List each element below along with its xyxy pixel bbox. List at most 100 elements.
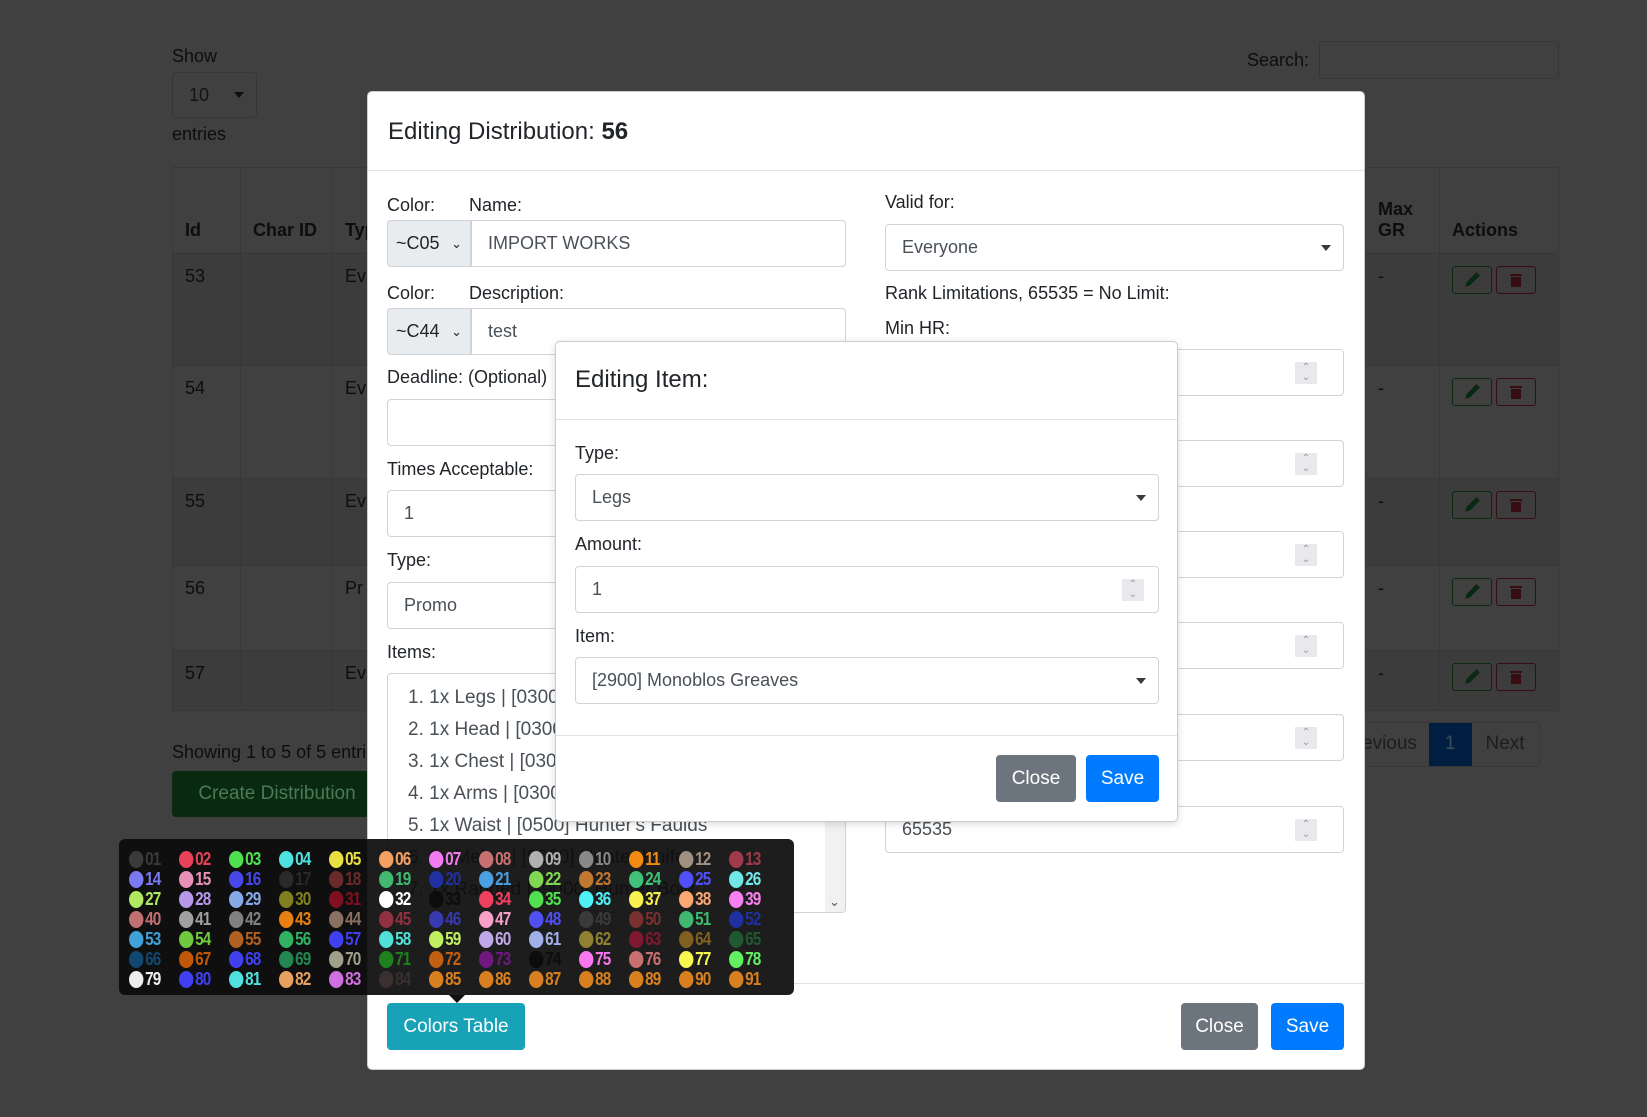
valid-for-value: Everyone <box>902 237 979 257</box>
cell-max-gr: - <box>1365 650 1440 711</box>
color-code-number: 90 <box>695 968 711 989</box>
color-code-number: 23 <box>595 868 611 889</box>
color-dot-icon <box>579 850 594 868</box>
color-code-number: 71 <box>395 948 411 969</box>
cell-id: 56 <box>172 565 241 651</box>
description-color-label: Color: <box>387 283 436 303</box>
spinner-icon[interactable]: ⌃ ⌄ <box>1295 452 1317 475</box>
color-dot-icon <box>729 890 744 908</box>
color-code: 42 <box>229 909 272 929</box>
column-header-id[interactable]: Id <box>172 167 241 254</box>
pagination-next[interactable]: Next <box>1472 723 1539 766</box>
valid-for-select[interactable]: Everyone <box>885 224 1344 271</box>
color-dot-icon <box>229 950 244 968</box>
item-type-select[interactable]: Legs <box>575 474 1159 521</box>
spinner-icon[interactable]: ⌃ ⌄ <box>1122 578 1144 601</box>
color-code-number: 86 <box>495 968 511 989</box>
color-dot-icon <box>579 930 594 948</box>
spinner-icon[interactable]: ⌃ ⌄ <box>1295 361 1317 384</box>
color-code-number: 56 <box>295 928 311 949</box>
color-dot-icon <box>429 910 444 928</box>
delete-button[interactable] <box>1496 578 1536 606</box>
color-dot-icon <box>429 930 444 948</box>
color-code: 26 <box>729 869 772 889</box>
color-code-number: 25 <box>695 868 711 889</box>
cell-max-gr: - <box>1365 253 1440 366</box>
item-label: Item: <box>575 626 616 646</box>
color-code-number: 12 <box>695 848 711 869</box>
item-close-button[interactable]: Close <box>996 755 1076 802</box>
color-code-number: 39 <box>745 888 761 909</box>
create-distribution-button[interactable]: Create Distribution <box>172 771 382 817</box>
color-code-number: 38 <box>695 888 711 909</box>
delete-button[interactable] <box>1496 491 1536 519</box>
distribution-id: 56 <box>601 118 629 145</box>
cell-max-gr: - <box>1365 565 1440 651</box>
amount-input[interactable]: 1 ⌃ ⌄ <box>575 566 1159 613</box>
color-code-number: 83 <box>345 968 361 989</box>
color-code-number: 66 <box>145 948 161 969</box>
color-code-number: 46 <box>445 908 461 929</box>
color-code: 33 <box>429 889 472 909</box>
color-code: 88 <box>579 969 622 989</box>
pencil-icon <box>1465 584 1480 599</box>
edit-button[interactable] <box>1452 266 1492 294</box>
edit-button[interactable] <box>1452 663 1492 691</box>
delete-button[interactable] <box>1496 663 1536 691</box>
description-color-select[interactable]: ~C44 ⌄ <box>387 308 471 355</box>
spinner-icon[interactable]: ⌃ ⌄ <box>1295 726 1317 749</box>
cell-max-gr: - <box>1365 478 1440 566</box>
color-code-number: 20 <box>445 868 461 889</box>
save-button[interactable]: Save <box>1271 1003 1344 1050</box>
close-button[interactable]: Close <box>1181 1003 1258 1050</box>
item-save-button[interactable]: Save <box>1086 755 1159 802</box>
color-code-number: 34 <box>495 888 511 909</box>
spinner-icon[interactable]: ⌃ ⌄ <box>1295 543 1317 566</box>
caret-down-icon <box>1136 494 1146 501</box>
edit-button[interactable] <box>1452 578 1492 606</box>
edit-button[interactable] <box>1452 491 1492 519</box>
color-code: 53 <box>129 929 172 949</box>
color-code: 83 <box>329 969 372 989</box>
color-code-number: 74 <box>545 948 561 969</box>
name-color-select[interactable]: ~C05 ⌄ <box>387 220 471 267</box>
color-code: 41 <box>179 909 222 929</box>
color-code: 61 <box>529 929 572 949</box>
cell-actions <box>1439 365 1559 479</box>
color-code: 29 <box>229 889 272 909</box>
entries-select[interactable]: 10 <box>172 72 257 118</box>
color-code: 52 <box>729 909 772 929</box>
spinner-icon[interactable]: ⌃ ⌄ <box>1295 818 1317 841</box>
search-input[interactable] <box>1319 41 1559 79</box>
pagination-page-1[interactable]: 1 <box>1428 723 1472 766</box>
delete-button[interactable] <box>1496 378 1536 406</box>
color-dot-icon <box>529 850 544 868</box>
color-dot-icon <box>279 850 294 868</box>
column-header-char-id[interactable]: Char ID <box>240 167 333 254</box>
color-dot-icon <box>329 910 344 928</box>
color-code-number: 37 <box>645 888 661 909</box>
color-code-number: 08 <box>495 848 511 869</box>
delete-button[interactable] <box>1496 266 1536 294</box>
edit-button[interactable] <box>1452 378 1492 406</box>
description-color-value: ~C44 <box>396 321 440 341</box>
color-code-number: 10 <box>595 848 611 869</box>
item-select[interactable]: [2900] Monoblos Greaves <box>575 657 1159 704</box>
color-code: 11 <box>629 849 672 869</box>
colors-table-button[interactable]: Colors Table <box>387 1003 525 1050</box>
color-code-number: 42 <box>245 908 261 929</box>
color-code-number: 30 <box>295 888 311 909</box>
color-code: 04 <box>279 849 322 869</box>
color-code: 70 <box>329 949 372 969</box>
column-header-max-gr[interactable]: Max GR <box>1365 167 1440 254</box>
column-header-actions[interactable]: Actions <box>1439 167 1559 254</box>
color-dot-icon <box>429 870 444 888</box>
color-code: 24 <box>629 869 672 889</box>
item-type-label: Type: <box>575 443 620 463</box>
name-input[interactable]: IMPORT WORKS <box>471 220 846 267</box>
color-code-number: 13 <box>745 848 761 869</box>
color-code-number: 58 <box>395 928 411 949</box>
spinner-icon[interactable]: ⌃ ⌄ <box>1295 634 1317 657</box>
color-code-number: 55 <box>245 928 261 949</box>
color-code: 71 <box>379 949 422 969</box>
